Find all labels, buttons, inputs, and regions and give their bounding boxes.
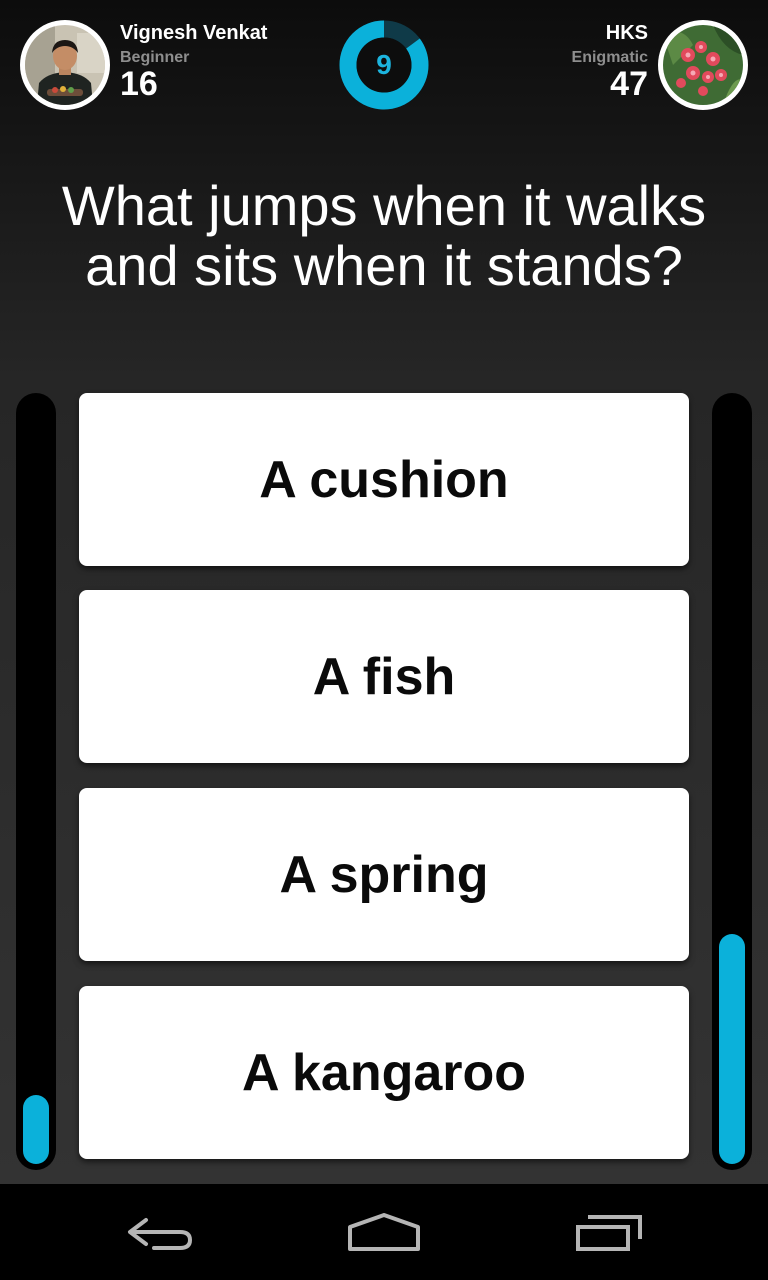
home-icon (348, 1213, 420, 1251)
player-left-score: 16 (120, 65, 158, 103)
home-button[interactable] (324, 1198, 444, 1266)
player-left-name: Vignesh Venkat (120, 22, 268, 44)
question-text: What jumps when it walks and sits when i… (61, 174, 707, 297)
player-right-score-fill (719, 934, 745, 1164)
back-arrow-icon (128, 1218, 193, 1250)
player-right-score: 47 (610, 65, 648, 103)
system-nav-bar (0, 1184, 768, 1280)
person-photo-icon (25, 25, 105, 105)
answer-button-1[interactable]: A cushion (79, 393, 689, 566)
player-right-score-bar (712, 393, 752, 1170)
player-left-score-bar (16, 393, 56, 1170)
countdown-timer: 9 (338, 19, 430, 111)
player-left-score-fill (23, 1095, 49, 1164)
flower-photo-icon (663, 25, 743, 105)
answer-button-3[interactable]: A spring (79, 788, 689, 961)
player-left-avatar (20, 20, 110, 110)
player-right-avatar (658, 20, 748, 110)
recent-apps-icon (576, 1215, 642, 1251)
timer-seconds: 9 (376, 49, 392, 80)
answer-button-2[interactable]: A fish (79, 590, 689, 763)
answer-button-4[interactable]: A kangaroo (79, 986, 689, 1159)
back-button[interactable] (100, 1198, 220, 1266)
player-right-name: HKS (605, 22, 648, 44)
recent-apps-button[interactable] (550, 1198, 670, 1266)
